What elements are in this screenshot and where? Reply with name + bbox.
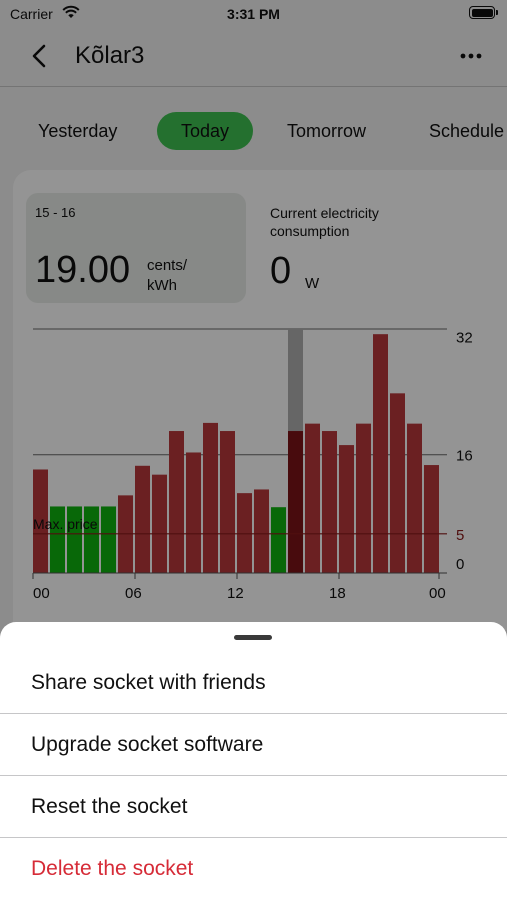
delete-socket-button[interactable]: Delete the socket: [0, 838, 507, 900]
actions-sheet: Share socket with friends Upgrade socket…: [0, 622, 507, 900]
reset-socket-button[interactable]: Reset the socket: [0, 776, 507, 838]
upgrade-socket-button[interactable]: Upgrade socket software: [0, 714, 507, 776]
share-socket-button[interactable]: Share socket with friends: [0, 652, 507, 714]
sheet-grabber[interactable]: [234, 635, 272, 640]
